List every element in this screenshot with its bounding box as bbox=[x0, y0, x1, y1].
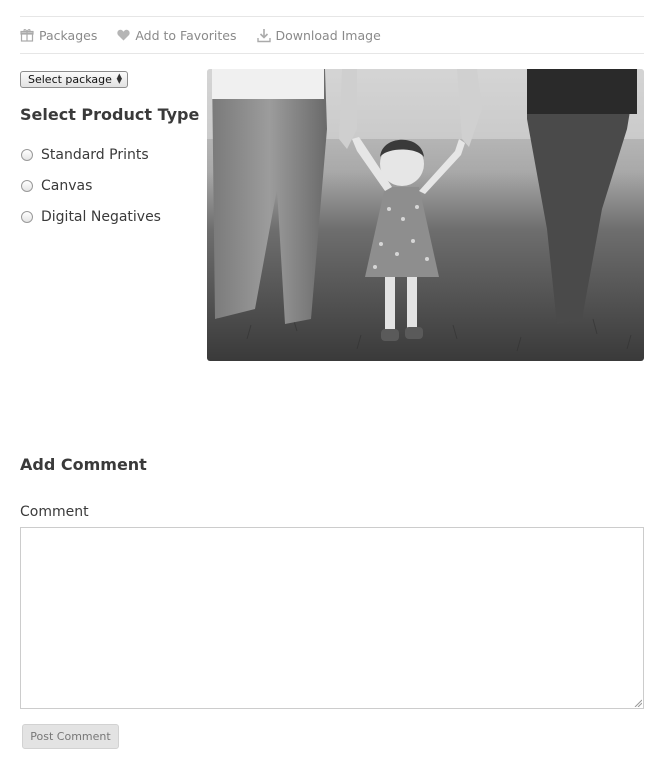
packages-label: Packages bbox=[39, 27, 98, 43]
top-divider bbox=[20, 16, 644, 17]
add-to-favorites-link[interactable]: Add to Favorites bbox=[117, 27, 237, 43]
option-label: Canvas bbox=[41, 178, 93, 194]
comment-textarea[interactable] bbox=[20, 527, 644, 709]
option-label: Standard Prints bbox=[41, 147, 149, 163]
radio-button[interactable] bbox=[21, 149, 33, 161]
option-label: Digital Negatives bbox=[41, 209, 161, 225]
radio-button[interactable] bbox=[21, 180, 33, 192]
toolbar-divider bbox=[20, 53, 644, 54]
photo-toolbar: Packages Add to Favorites Download Image bbox=[20, 24, 401, 46]
radio-button[interactable] bbox=[21, 211, 33, 223]
package-select-value: Select package bbox=[28, 73, 112, 86]
download-icon bbox=[256, 28, 271, 42]
comment-label: Comment bbox=[20, 504, 89, 520]
select-arrows-icon: ▲ ▼ bbox=[116, 72, 122, 85]
product-type-heading: Select Product Type bbox=[20, 105, 200, 124]
product-option-digital-negatives[interactable]: Digital Negatives bbox=[20, 209, 161, 225]
product-option-canvas[interactable]: Canvas bbox=[20, 178, 92, 194]
download-label: Download Image bbox=[275, 27, 381, 43]
packages-link[interactable]: Packages bbox=[20, 28, 97, 43]
post-comment-button[interactable]: Post Comment bbox=[22, 724, 119, 749]
resize-grip-icon[interactable] bbox=[634, 699, 642, 707]
product-option-standard-prints[interactable]: Standard Prints bbox=[20, 147, 149, 163]
add-comment-heading: Add Comment bbox=[20, 455, 147, 474]
download-image-link[interactable]: Download Image bbox=[256, 27, 381, 43]
gift-icon bbox=[20, 29, 34, 42]
favorites-label: Add to Favorites bbox=[135, 27, 237, 43]
heart-icon bbox=[117, 29, 130, 41]
package-select[interactable]: Select package ▲ ▼ bbox=[20, 71, 128, 88]
family-photo bbox=[207, 69, 644, 361]
